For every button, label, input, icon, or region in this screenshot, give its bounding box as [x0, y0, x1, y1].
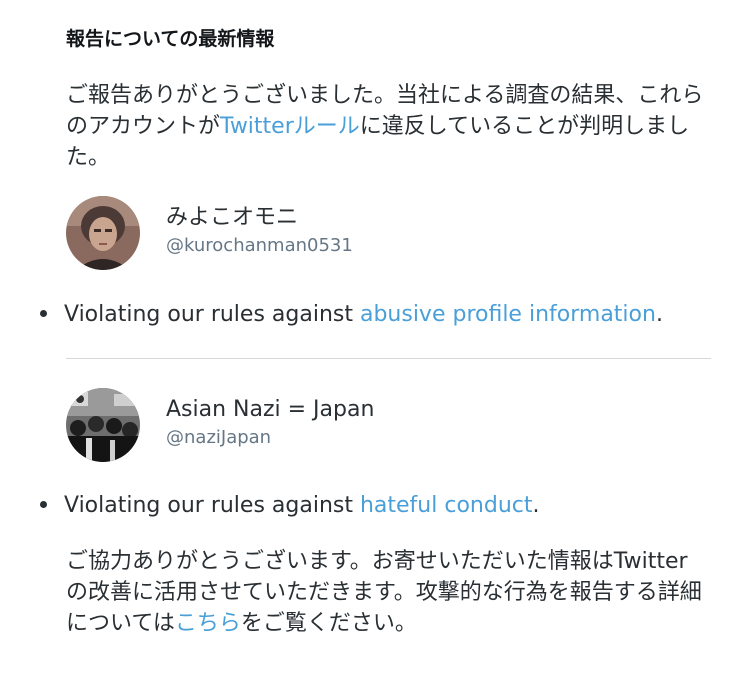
avatar[interactable]: [66, 388, 140, 462]
bullet-icon: [40, 309, 47, 317]
violation-text: Violating our rules against: [64, 493, 360, 518]
violation-period: .: [655, 302, 663, 327]
details-link[interactable]: こちら: [175, 611, 241, 636]
outro-paragraph: ご協力ありがとうございます。お寄せいただいた情報はTwitterの改善に活用させ…: [66, 546, 706, 639]
account-display-name[interactable]: Asian Nazi = Japan: [166, 396, 374, 424]
bullet-icon: [40, 500, 47, 508]
violation-text: Violating our rules against: [64, 302, 360, 327]
outro-text-after: をご覧ください。: [240, 611, 417, 636]
account-handle[interactable]: @kurochanman0531: [166, 234, 353, 258]
abusive-profile-information-link[interactable]: abusive profile information: [360, 302, 656, 327]
violation-period: .: [532, 493, 540, 518]
account-handle[interactable]: @naziJapan: [166, 426, 271, 450]
violation-item: Violating our rules against abusive prof…: [40, 300, 663, 330]
violation-item: Violating our rules against hateful cond…: [40, 491, 539, 521]
account-display-name[interactable]: みよこオモニ: [166, 204, 298, 232]
intro-paragraph: ご報告ありがとうございました。当社による調査の結果、これらのアカウントがTwit…: [66, 80, 706, 173]
page-title: 報告についての最新情報: [66, 28, 275, 50]
avatar[interactable]: [66, 196, 140, 270]
twitter-rules-link[interactable]: Twitterルール: [220, 114, 360, 139]
divider: [66, 358, 711, 359]
hateful-conduct-link[interactable]: hateful conduct: [360, 493, 533, 518]
